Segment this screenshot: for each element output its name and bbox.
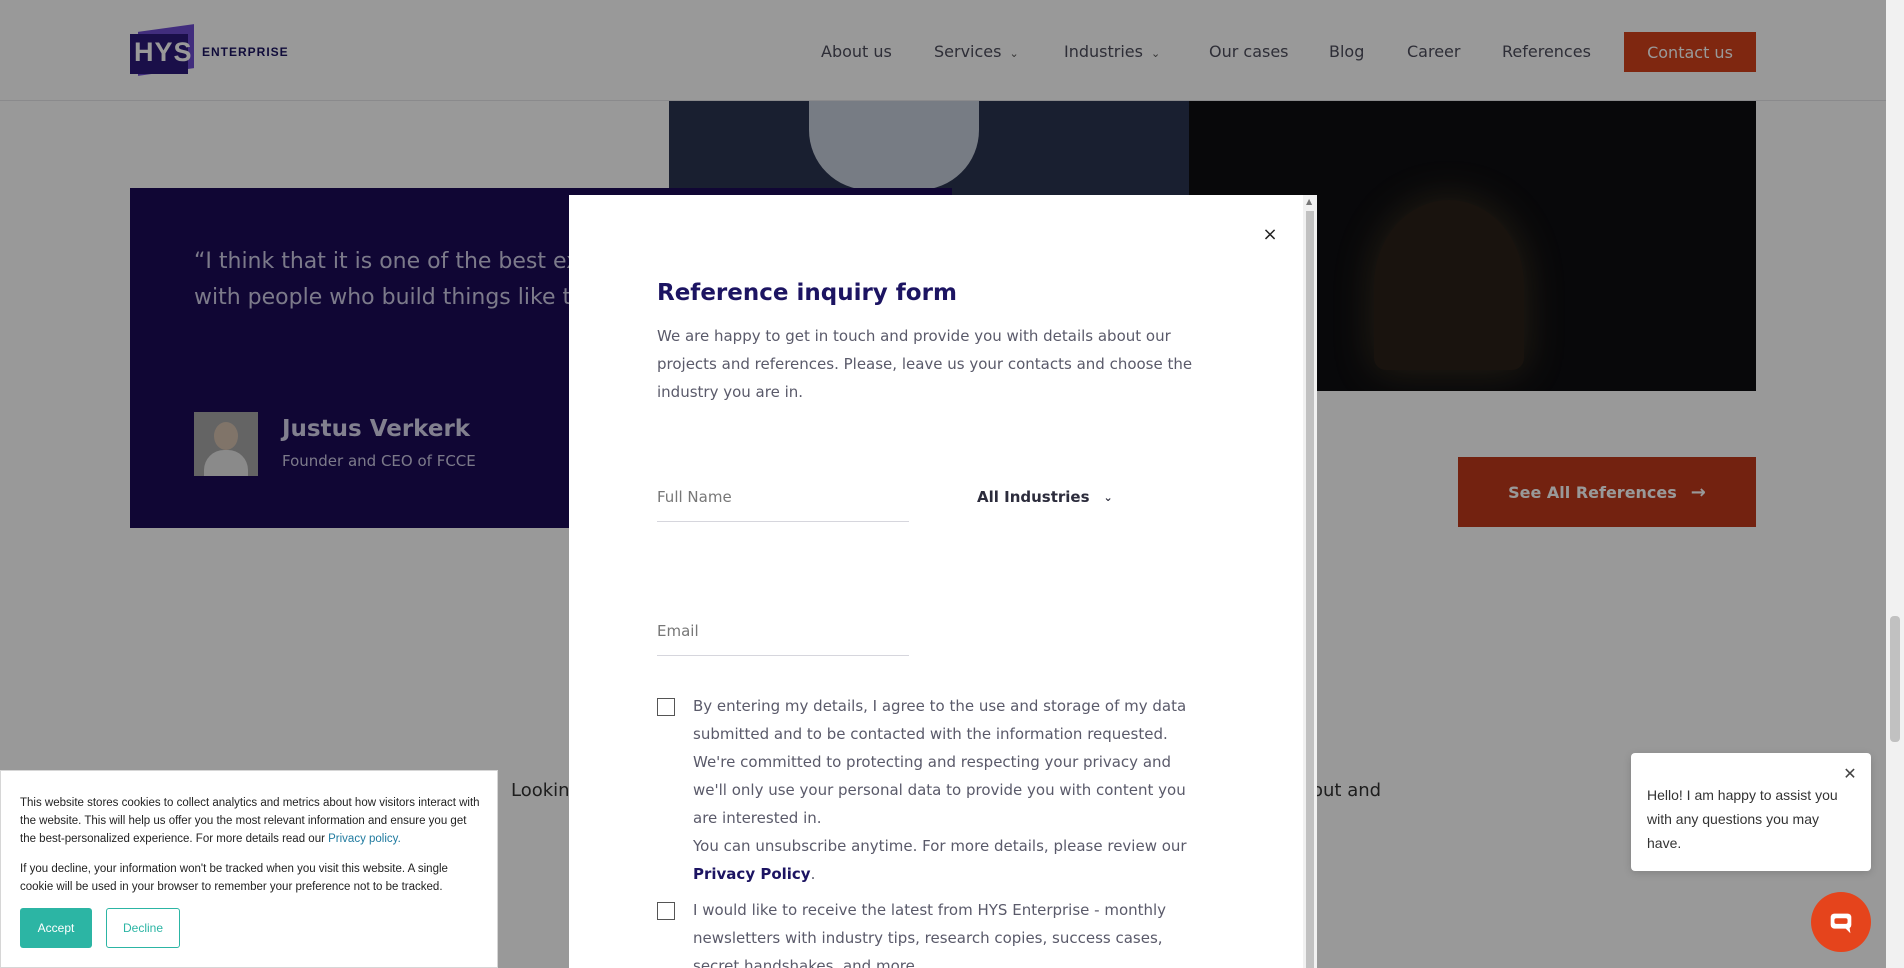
- consent-text: By entering my details, I agree to the u…: [693, 697, 1187, 883]
- chat-message: Hello! I am happy to assist you with any…: [1647, 787, 1838, 851]
- close-icon[interactable]: ×: [1255, 219, 1285, 249]
- chat-icon: [1830, 913, 1852, 934]
- modal-scrollbar-thumb[interactable]: [1306, 211, 1314, 968]
- close-icon[interactable]: ✕: [1841, 765, 1859, 783]
- accept-cookies-button[interactable]: Accept: [20, 908, 92, 948]
- form-description: We are happy to get in touch and provide…: [657, 327, 1193, 401]
- chat-greeting-bubble: ✕ Hello! I am happy to assist you with a…: [1631, 753, 1871, 871]
- decline-cookies-button[interactable]: Decline: [106, 908, 180, 948]
- page-scrollbar-thumb[interactable]: [1890, 616, 1900, 742]
- cookie-decline-info: If you decline, your information won't b…: [20, 863, 448, 893]
- consent-paragraph: By entering my details, I agree to the u…: [693, 697, 1187, 827]
- full-name-input[interactable]: [657, 473, 909, 522]
- consent-checkbox[interactable]: [657, 698, 675, 716]
- modal-scrollbar[interactable]: ▲: [1303, 195, 1317, 968]
- industry-select[interactable]: All Industries ⌄: [977, 475, 1137, 519]
- newsletter-text: I would like to receive the latest from …: [693, 901, 1167, 968]
- reference-inquiry-modal: × Reference inquiry form We are happy to…: [569, 195, 1317, 968]
- privacy-policy-link[interactable]: Privacy Policy: [693, 865, 811, 883]
- scroll-up-icon[interactable]: ▲: [1306, 197, 1312, 206]
- form-title: Reference inquiry form: [657, 280, 957, 306]
- chat-launcher-button[interactable]: [1811, 892, 1871, 952]
- unsubscribe-text: You can unsubscribe anytime. For more de…: [693, 837, 1187, 855]
- cookie-text-body: This website stores cookies to collect a…: [20, 797, 480, 845]
- page-scrollbar[interactable]: [1886, 0, 1904, 968]
- cookie-privacy-link[interactable]: Privacy policy.: [328, 833, 401, 845]
- industry-select-value: All Industries: [977, 488, 1090, 506]
- newsletter-checkbox[interactable]: [657, 902, 675, 920]
- cookie-text: This website stores cookies to collect a…: [20, 794, 480, 848]
- cookie-banner: This website stores cookies to collect a…: [0, 770, 498, 968]
- chevron-down-icon: ⌄: [1103, 490, 1113, 504]
- email-input[interactable]: [657, 607, 909, 656]
